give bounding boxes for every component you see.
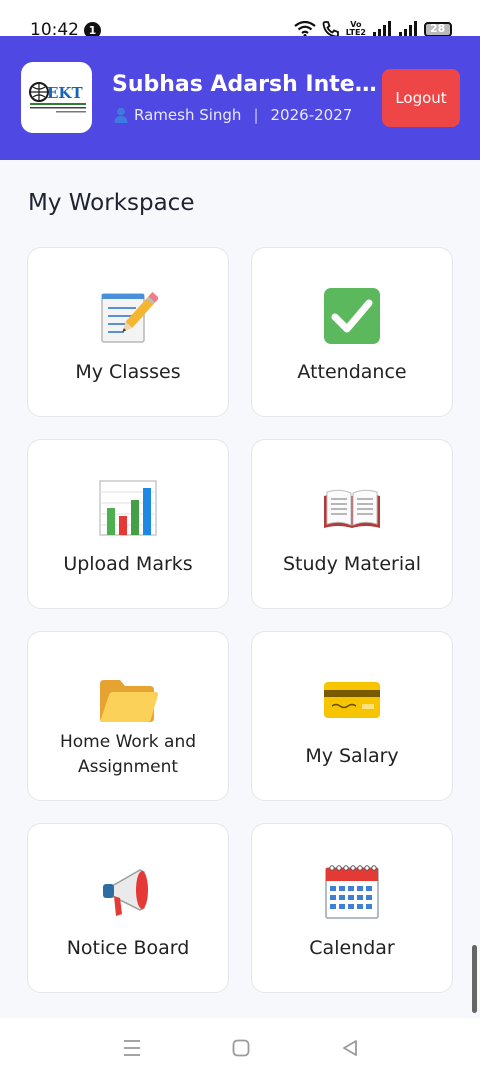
card-label: Calendar [309, 937, 395, 959]
memo-pencil-icon [28, 286, 228, 346]
user-icon [114, 107, 128, 123]
card-label: Attendance [297, 361, 407, 383]
session-year: 2026-2027 [270, 106, 353, 124]
battery-icon: 28 [424, 21, 452, 37]
megaphone-icon [28, 862, 228, 922]
school-logo: EKT [21, 62, 92, 133]
scrollbar[interactable] [472, 945, 477, 1013]
school-name: Subhas Adarsh Inter C... [112, 72, 380, 97]
card-homework-assignment[interactable]: Home Work and Assignment [27, 631, 229, 801]
card-attendance[interactable]: Attendance [251, 247, 453, 417]
bar-chart-icon [28, 478, 228, 538]
open-book-icon [252, 478, 452, 538]
back-button[interactable] [330, 1032, 370, 1064]
card-label: Upload Marks [63, 553, 193, 575]
calendar-icon [252, 862, 452, 922]
card-label: My Salary [305, 745, 399, 767]
recents-button[interactable] [112, 1032, 152, 1064]
card-label: Study Material [282, 553, 422, 575]
wifi-icon [294, 21, 316, 37]
back-triangle-icon [343, 1040, 357, 1056]
card-label: Home Work and Assignment [59, 732, 197, 777]
card-notice-board[interactable]: Notice Board [27, 823, 229, 993]
card-my-classes[interactable]: My Classes [27, 247, 229, 417]
square-icon [232, 1039, 250, 1057]
card-label: Notice Board [66, 937, 190, 959]
menu-lines-icon [124, 1040, 140, 1056]
folder-icon [28, 670, 228, 730]
separator: | [253, 106, 259, 124]
system-nav-bar [0, 1018, 480, 1078]
volte-indicator: Vo LTE2 [345, 20, 366, 37]
card-my-salary[interactable]: My Salary [251, 631, 453, 801]
credit-card-icon [252, 670, 452, 730]
user-name: Ramesh Singh [134, 106, 242, 124]
signal-icon [373, 21, 391, 37]
status-bar: 10:42 1 Vo LTE2 28 [0, 0, 480, 40]
card-upload-marks[interactable]: Upload Marks [27, 439, 229, 609]
logout-button[interactable]: Logout [382, 69, 460, 127]
home-button[interactable] [221, 1032, 261, 1064]
card-calendar[interactable]: Calendar [251, 823, 453, 993]
section-title: My Workspace [28, 190, 195, 216]
card-study-material[interactable]: Study Material [251, 439, 453, 609]
signal-icon-2 [399, 21, 417, 37]
user-session-info: Ramesh Singh | 2026-2027 [114, 106, 352, 124]
svg-text:EKT: EKT [47, 84, 83, 102]
app-header: EKT Subhas Adarsh Inter C... Ramesh Sing… [0, 36, 480, 160]
card-label: My Classes [75, 361, 181, 383]
check-mark-icon [252, 286, 452, 346]
